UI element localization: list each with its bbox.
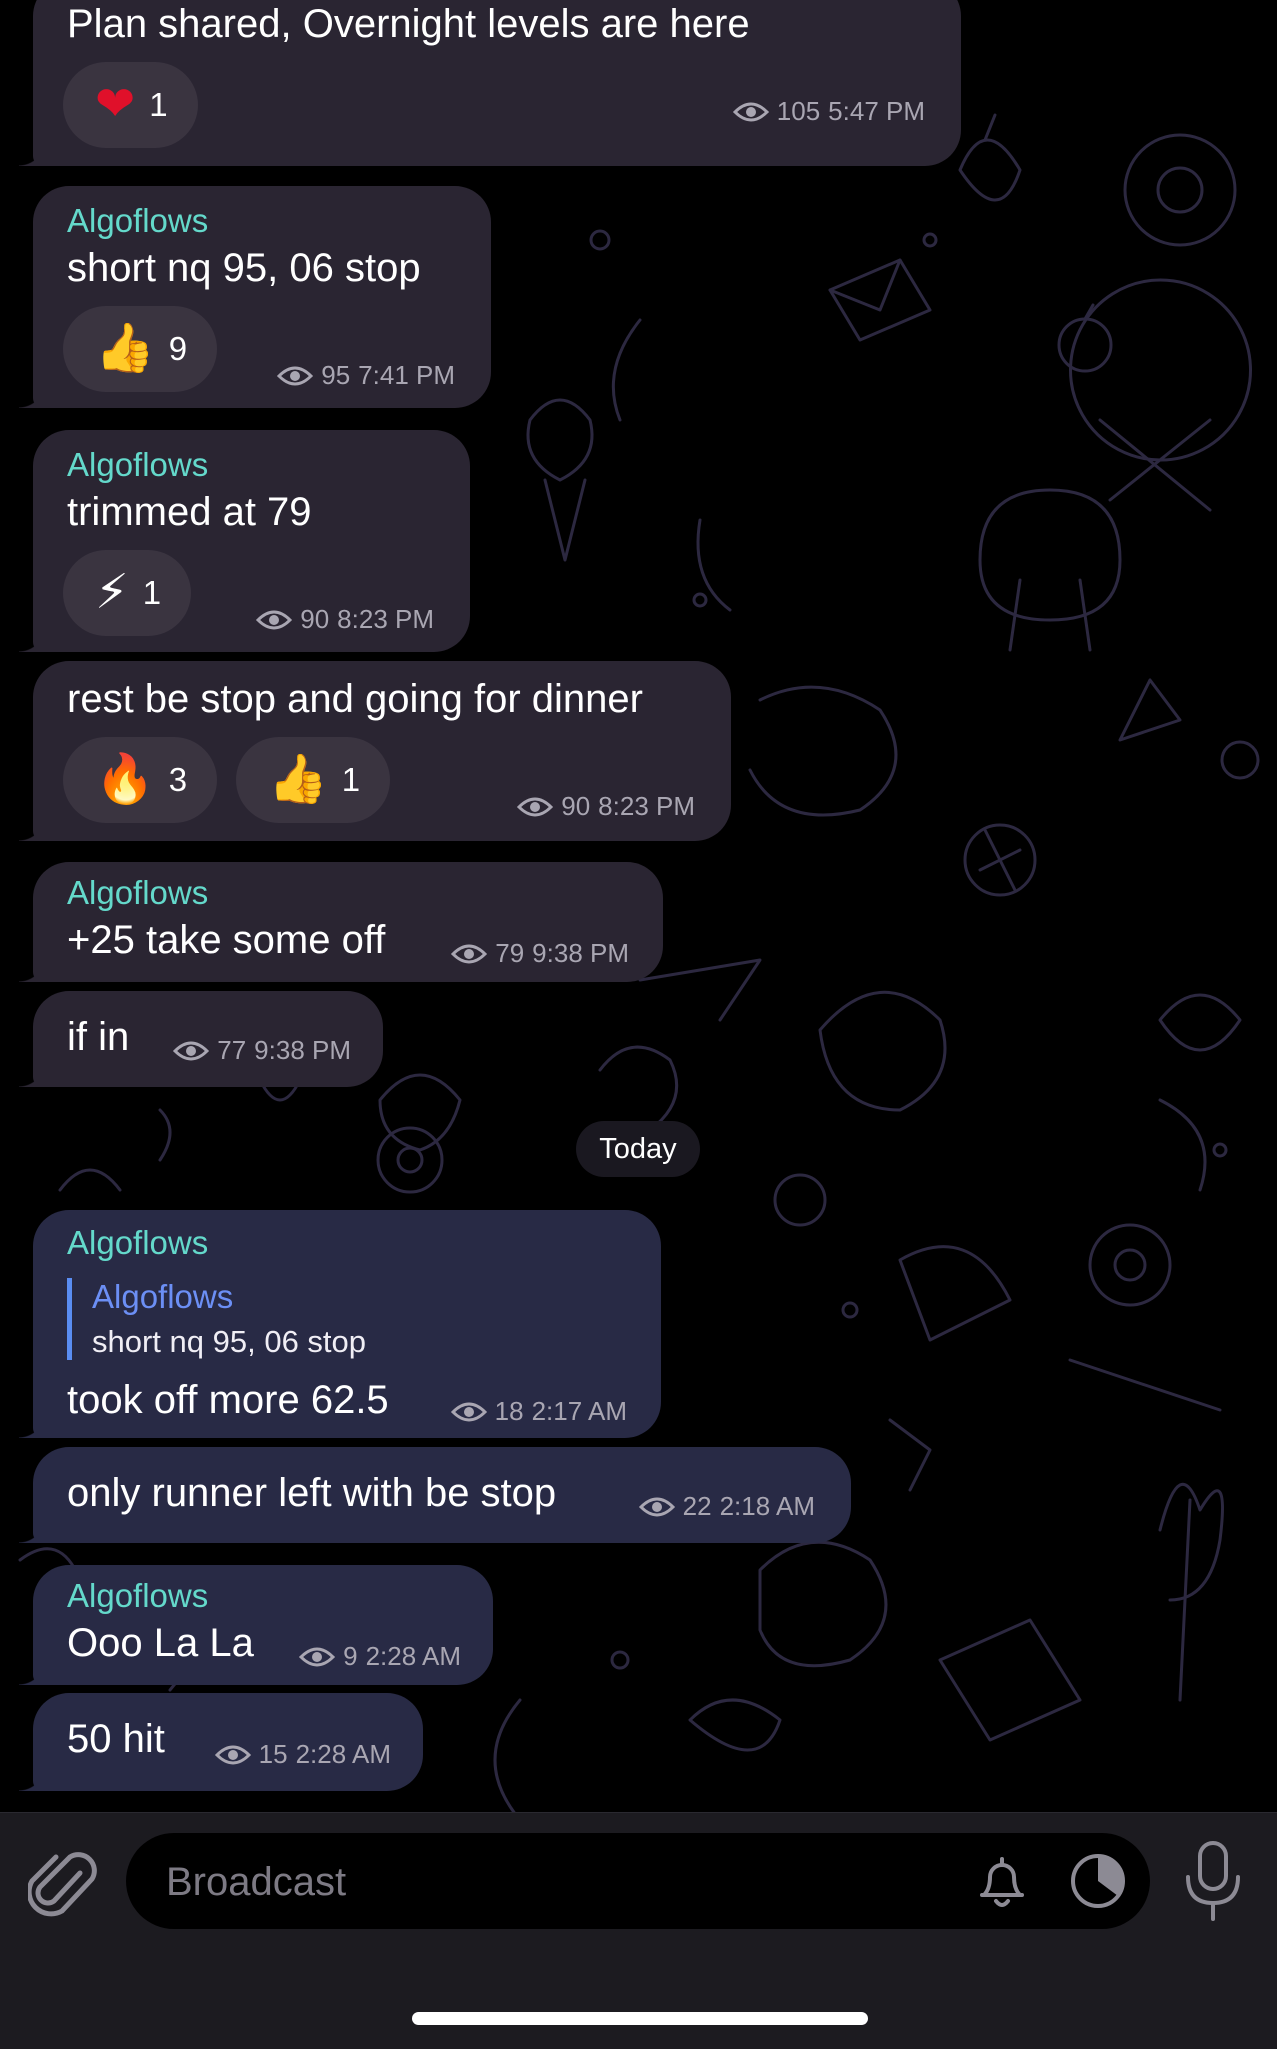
eye-icon <box>256 610 293 629</box>
message-bubble[interactable]: Algoflows Ooo La La 9 2:28 AM <box>19 1565 493 1685</box>
message-meta: 105 5:47 PM <box>732 96 925 127</box>
message-bubble[interactable]: rest be stop and going for dinner 🔥 3 👍 … <box>19 661 731 841</box>
reaction-chip[interactable]: ❤ 1 <box>63 62 198 148</box>
view-count: 22 <box>682 1491 712 1521</box>
eye-icon <box>638 1497 675 1516</box>
view-count: 77 <box>217 1035 247 1065</box>
message-time: 5:47 PM <box>828 96 925 126</box>
message-text: Plan shared, Overnight levels are here <box>67 2 750 46</box>
reaction-count: 1 <box>142 574 162 611</box>
message-text: rest be stop and going for dinner <box>67 677 643 721</box>
reaction-chip[interactable]: 👍 1 <box>236 737 391 823</box>
reaction-chip[interactable]: 🔥 3 <box>63 737 218 823</box>
message-text: took off more 62.5 <box>67 1378 389 1422</box>
eye-icon <box>277 366 314 385</box>
message-meta: 22 2:18 AM <box>638 1491 815 1522</box>
lightning-icon: ⚡ <box>95 566 129 619</box>
sender-name: Algoflows <box>67 1224 209 1261</box>
eye-icon <box>517 797 554 816</box>
message-meta: 90 8:23 PM <box>517 791 695 822</box>
reaction-chip[interactable]: 👍 9 <box>63 306 218 392</box>
message-meta: 77 9:38 PM <box>173 1035 351 1066</box>
view-count: 9 <box>343 1641 358 1671</box>
message-bubble[interactable]: Plan shared, Overnight levels are here ❤… <box>19 0 961 166</box>
reply-quote[interactable]: Algoflows short nq 95, 06 stop <box>67 1278 366 1360</box>
eye-icon <box>450 1402 487 1421</box>
message-meta: 15 2:28 AM <box>214 1739 391 1770</box>
view-count: 79 <box>495 938 525 968</box>
eye-icon <box>299 1647 336 1666</box>
bell-icon[interactable] <box>974 1853 1030 1911</box>
message-text: 50 hit <box>67 1717 165 1761</box>
reaction-count: 3 <box>168 761 188 798</box>
message-text: short nq 95, 06 stop <box>67 246 421 290</box>
sender-name: Algoflows <box>67 202 209 239</box>
sender-name: Algoflows <box>67 446 209 483</box>
message-input-field[interactable] <box>126 1833 1150 1931</box>
thumbs-up-icon: 👍 <box>268 753 328 806</box>
message-text: trimmed at 79 <box>67 490 312 534</box>
message-time: 9:38 PM <box>532 938 629 968</box>
message-text: Ooo La La <box>67 1621 254 1665</box>
message-time: 2:28 AM <box>365 1641 461 1671</box>
message-time: 8:23 PM <box>598 791 695 821</box>
reply-text: short nq 95, 06 stop <box>92 1324 367 1359</box>
message-meta: 95 7:41 PM <box>277 360 455 391</box>
view-count: 15 <box>258 1739 288 1769</box>
message-bubble[interactable]: only runner left with be stop 22 2:18 AM <box>19 1447 851 1543</box>
view-count: 90 <box>561 791 591 821</box>
view-count: 105 <box>776 96 821 126</box>
view-count: 90 <box>300 604 330 634</box>
message-text: +25 take some off <box>67 918 386 962</box>
message-meta: 79 9:38 PM <box>451 938 629 969</box>
eye-icon <box>173 1041 210 1060</box>
message-bubble[interactable]: if in 77 9:38 PM <box>19 991 383 1087</box>
message-time: 2:28 AM <box>295 1739 391 1769</box>
message-bubble[interactable]: Algoflows short nq 95, 06 stop 👍 9 95 7:… <box>19 186 491 408</box>
view-count: 18 <box>494 1396 524 1426</box>
microphone-icon[interactable] <box>1180 1839 1246 1925</box>
timer-icon[interactable] <box>1068 1851 1128 1911</box>
message-text: if in <box>67 1015 130 1059</box>
composer-bar <box>0 1812 1277 2049</box>
message-time: 9:38 PM <box>254 1035 351 1065</box>
message-time: 2:18 AM <box>719 1491 815 1521</box>
sender-name: Algoflows <box>67 874 209 911</box>
message-time: 2:17 AM <box>531 1396 627 1426</box>
message-bubble[interactable]: 50 hit 15 2:28 AM <box>19 1693 423 1791</box>
view-count: 95 <box>321 360 351 390</box>
message-text: only runner left with be stop <box>67 1471 557 1515</box>
message-meta: 90 8:23 PM <box>256 604 434 635</box>
thumbs-up-icon: 👍 <box>95 322 155 375</box>
date-separator: Today <box>576 1121 700 1177</box>
heart-icon: ❤ <box>95 78 136 131</box>
home-indicator[interactable] <box>412 2012 868 2025</box>
eye-icon <box>214 1745 251 1764</box>
message-bubble[interactable]: Algoflows Algoflows short nq 95, 06 stop… <box>19 1210 661 1438</box>
broadcast-input[interactable] <box>164 1833 948 1931</box>
reaction-count: 9 <box>168 330 188 367</box>
reaction-count: 1 <box>149 86 168 123</box>
message-meta: 9 2:28 AM <box>299 1641 461 1672</box>
message-time: 8:23 PM <box>337 604 434 634</box>
eye-icon <box>732 102 769 121</box>
message-time: 7:41 PM <box>358 360 455 390</box>
message-meta: 18 2:17 AM <box>450 1396 627 1427</box>
message-bubble[interactable]: Algoflows trimmed at 79 ⚡ 1 90 8:23 PM <box>19 430 470 652</box>
paperclip-icon[interactable] <box>28 1843 98 1923</box>
message-bubble[interactable]: Algoflows +25 take some off 79 9:38 PM <box>19 862 663 982</box>
fire-icon: 🔥 <box>95 753 155 806</box>
reaction-chip[interactable]: ⚡ 1 <box>63 550 192 636</box>
sender-name: Algoflows <box>67 1577 209 1614</box>
reaction-count: 1 <box>341 761 361 798</box>
reply-sender: Algoflows <box>92 1278 234 1315</box>
eye-icon <box>451 944 488 963</box>
